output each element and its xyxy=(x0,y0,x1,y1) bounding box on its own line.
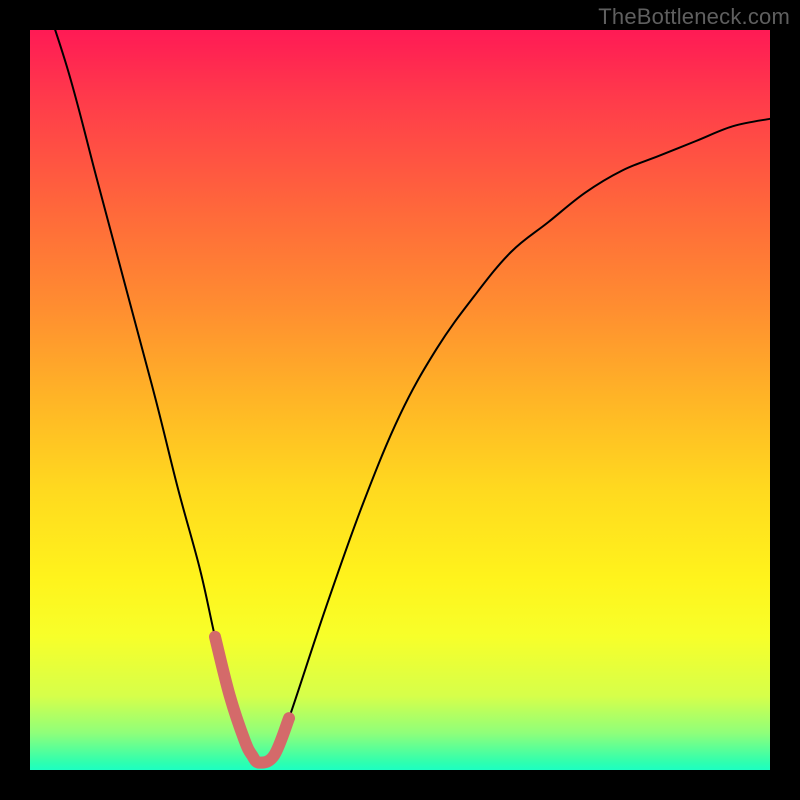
chart-svg xyxy=(30,30,770,770)
optimal-region-path xyxy=(215,637,289,763)
watermark-text: TheBottleneck.com xyxy=(598,4,790,30)
bottleneck-curve-path xyxy=(30,0,770,764)
chart-frame: TheBottleneck.com xyxy=(0,0,800,800)
plot-area xyxy=(30,30,770,770)
